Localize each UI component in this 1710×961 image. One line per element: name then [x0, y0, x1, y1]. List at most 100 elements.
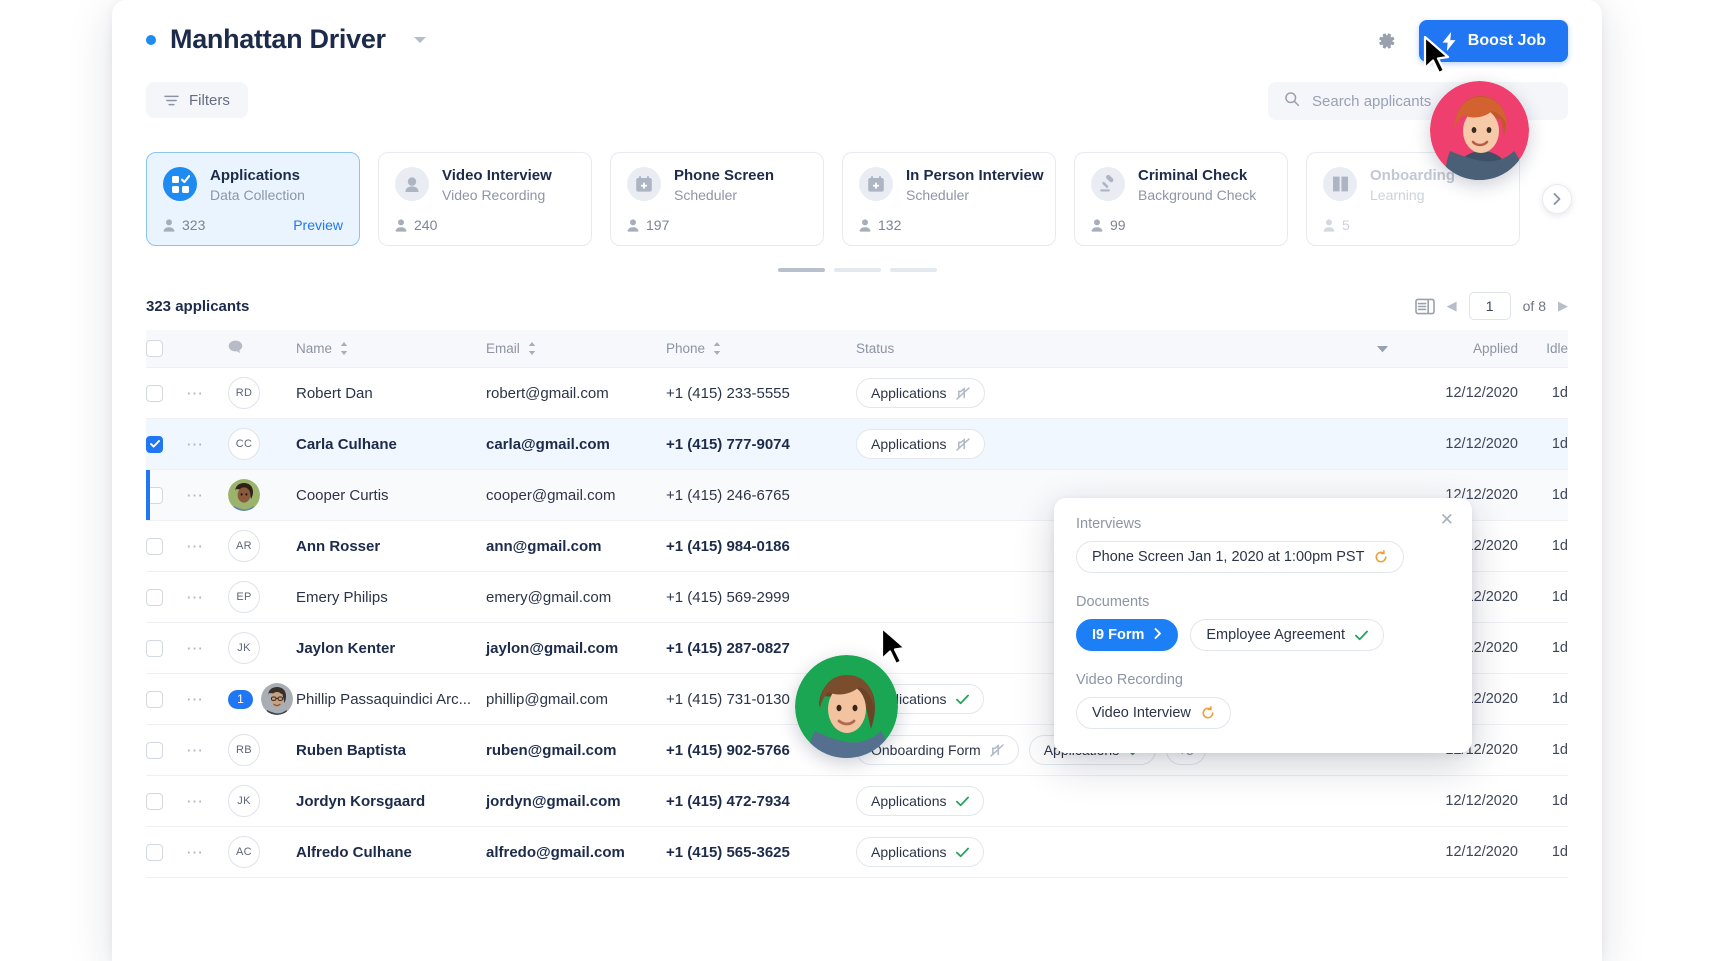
- row-idle-cell: 1d: [1518, 385, 1568, 401]
- row-status-cell: Applications: [856, 378, 1388, 408]
- stage-type: Scheduler: [906, 187, 970, 203]
- participant-video-bubble-pink[interactable]: [1430, 81, 1529, 180]
- row-status-cell: Applications: [856, 786, 1388, 816]
- stage-type: Scheduler: [674, 187, 738, 203]
- note-count-badge[interactable]: 1: [228, 689, 253, 709]
- row-more-button[interactable]: ⋯: [186, 385, 205, 402]
- row-idle-cell: 1d: [1518, 691, 1568, 707]
- row-idle-cell: 1d: [1518, 538, 1568, 554]
- row-checkbox[interactable]: [146, 792, 163, 810]
- column-header-name[interactable]: Name: [296, 341, 486, 356]
- stage-count-group: 323: [163, 217, 205, 233]
- column-label-name: Name: [296, 341, 333, 356]
- filter-search-bar: Filters: [112, 82, 1602, 136]
- pagination-next-button[interactable]: ▶: [1558, 298, 1568, 314]
- stage-count: 240: [414, 217, 438, 233]
- stage-count-group: 197: [627, 217, 669, 233]
- row-more-button[interactable]: ⋯: [186, 640, 205, 657]
- video-interview-pill[interactable]: Video Interview: [1076, 697, 1231, 729]
- stage-card-criminal-check[interactable]: Criminal Check Background Check 99: [1074, 152, 1288, 246]
- employee-agreement-pill[interactable]: Employee Agreement: [1190, 619, 1385, 651]
- idle-duration: 1d: [1551, 487, 1568, 503]
- row-checkbox[interactable]: [146, 741, 163, 759]
- pagination-prev-button[interactable]: ◀: [1447, 298, 1457, 314]
- carousel-dot-3[interactable]: [889, 268, 937, 272]
- row-name-cell[interactable]: Phillip Passaquindici Arc...: [296, 691, 486, 708]
- interview-pill[interactable]: Phone Screen Jan 1, 2020 at 1:00pm PST: [1076, 541, 1405, 573]
- row-checkbox[interactable]: [146, 843, 163, 861]
- row-more-button[interactable]: ⋯: [186, 436, 205, 453]
- stage-card-applications[interactable]: Applications Data Collection 323 Preview: [146, 152, 360, 246]
- job-title-group[interactable]: Manhattan Driver: [146, 24, 426, 55]
- row-checkbox[interactable]: [146, 588, 163, 606]
- row-name-cell[interactable]: Cooper Curtis: [296, 487, 486, 504]
- applicant-name: Jaylon Kenter: [296, 639, 396, 657]
- status-chip[interactable]: Applications: [856, 378, 985, 408]
- table-row[interactable]: ⋯ CC Carla Culhane carla@gmail.com +1 (415) …: [146, 419, 1568, 470]
- row-checkbox[interactable]: [146, 690, 163, 708]
- status-chip[interactable]: Applications: [856, 837, 984, 867]
- row-status-cell: Applications: [856, 837, 1388, 867]
- chevron-down-icon[interactable]: [413, 36, 426, 43]
- pending-icon: [1374, 550, 1388, 564]
- table-row[interactable]: ⋯ JK Jordyn Korsgaard jordyn@gmail.com +1 (4…: [146, 776, 1568, 827]
- row-more-button[interactable]: ⋯: [186, 691, 205, 708]
- carousel-next-button[interactable]: [1542, 184, 1572, 214]
- column-header-email[interactable]: Email: [486, 341, 666, 356]
- row-more-button[interactable]: ⋯: [186, 844, 205, 861]
- select-all-checkbox[interactable]: [146, 340, 163, 357]
- row-checkbox[interactable]: [146, 537, 163, 555]
- stage-preview-link[interactable]: Preview: [293, 217, 343, 233]
- mute-icon: [955, 386, 970, 400]
- row-checkbox[interactable]: [146, 435, 163, 453]
- table-row[interactable]: ⋯ AC Alfredo Culhane alfredo@gmail.com +1 (4…: [146, 827, 1568, 878]
- stage-name: In Person Interview: [906, 167, 1044, 184]
- filters-button[interactable]: Filters: [146, 82, 248, 118]
- table-row[interactable]: ⋯ RD Robert Dan robert@gmail.com +1 (415) 23…: [146, 368, 1568, 419]
- row-select-cell: [146, 690, 186, 708]
- carousel-dot-1[interactable]: [777, 268, 825, 272]
- column-header-idle[interactable]: Idle: [1518, 341, 1568, 356]
- column-header-phone[interactable]: Phone: [666, 341, 856, 356]
- chevron-down-icon[interactable]: [1377, 341, 1388, 356]
- row-name-cell[interactable]: Jordyn Korsgaard: [296, 793, 486, 810]
- carousel-dots[interactable]: [112, 268, 1602, 272]
- row-more-button[interactable]: ⋯: [186, 793, 205, 810]
- row-checkbox[interactable]: [146, 486, 163, 504]
- column-label-phone: Phone: [666, 341, 706, 356]
- row-applied-cell: 12/12/2020: [1388, 793, 1518, 809]
- check-icon: [955, 694, 969, 705]
- row-name-cell[interactable]: Jaylon Kenter: [296, 640, 486, 657]
- column-header-applied[interactable]: Applied: [1388, 341, 1518, 356]
- pagination-page-input[interactable]: 1: [1468, 292, 1511, 320]
- list-view-icon[interactable]: [1414, 298, 1435, 315]
- carousel-dot-2[interactable]: [833, 268, 881, 272]
- stage-type: Background Check: [1138, 187, 1257, 203]
- row-more-button[interactable]: ⋯: [186, 742, 205, 759]
- status-chip[interactable]: Applications: [856, 786, 984, 816]
- row-name-cell[interactable]: Ann Rosser: [296, 538, 486, 555]
- row-checkbox[interactable]: [146, 384, 163, 402]
- filter-icon: [164, 94, 179, 107]
- row-name-cell[interactable]: Ruben Baptista: [296, 742, 486, 759]
- row-name-cell[interactable]: Robert Dan: [296, 385, 486, 402]
- column-header-status[interactable]: Status: [856, 341, 1388, 356]
- row-more-button[interactable]: ⋯: [186, 487, 205, 504]
- list-toolbar: 323 applicants ◀ 1 of 8 ▶: [112, 282, 1602, 330]
- stage-card-in-person-interview[interactable]: In Person Interview Scheduler 132: [842, 152, 1056, 246]
- i9-form-pill[interactable]: I9 Form: [1076, 619, 1179, 651]
- popover-interviews-row: Phone Screen Jan 1, 2020 at 1:00pm PST: [1076, 541, 1450, 573]
- row-more-button[interactable]: ⋯: [186, 589, 205, 606]
- close-icon[interactable]: ✕: [1440, 511, 1454, 528]
- row-name-cell[interactable]: Emery Philips: [296, 589, 486, 606]
- status-chip[interactable]: Applications: [856, 429, 985, 459]
- avatar: AC: [228, 836, 260, 868]
- stage-card-phone-screen[interactable]: Phone Screen Scheduler 197: [610, 152, 824, 246]
- row-name-cell[interactable]: Alfredo Culhane: [296, 844, 486, 861]
- stage-card-video-interview[interactable]: Video Interview Video Recording 240: [378, 152, 592, 246]
- row-more-button[interactable]: ⋯: [186, 538, 205, 555]
- row-checkbox[interactable]: [146, 639, 163, 657]
- avatar: JK: [228, 632, 260, 664]
- gear-icon[interactable]: [1375, 30, 1397, 52]
- row-name-cell[interactable]: Carla Culhane: [296, 436, 486, 453]
